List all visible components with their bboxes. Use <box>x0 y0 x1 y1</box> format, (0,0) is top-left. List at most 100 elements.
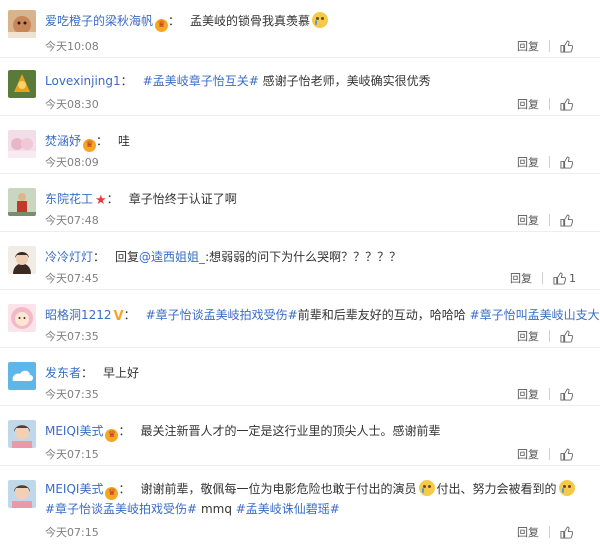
timestamp: 今天07:15 <box>45 526 99 539</box>
timestamp: 今天07:35 <box>45 330 99 343</box>
username[interactable]: 焚涵妤 <box>45 134 81 148</box>
avatar[interactable] <box>8 188 36 216</box>
comment-text: 章子怡终于认证了啊 <box>128 192 237 206</box>
thumbs-up-icon <box>560 525 573 539</box>
comment-text: :想弱弱的问下为什么哭啊？？？？？ <box>205 250 402 264</box>
divider <box>542 272 543 284</box>
comment-text: 最关注新晋人才的一定是这行业里的顶尖人士。感谢前辈 <box>140 424 441 438</box>
username[interactable]: Lovexinjing1 <box>45 74 121 88</box>
timestamp: 今天07:45 <box>45 272 99 285</box>
reply-button[interactable]: 回复 <box>517 328 539 344</box>
username[interactable]: MEIQI美式 <box>45 424 103 438</box>
divider <box>549 98 550 110</box>
avatar[interactable] <box>8 480 36 508</box>
thumbs-up-icon <box>560 213 573 227</box>
avatar[interactable] <box>8 246 36 274</box>
divider <box>549 330 550 342</box>
topic-link[interactable]: #孟美岐章子怡互关# <box>143 74 259 88</box>
comment-item: MEIQI美式 ♛：谢谢前辈，敬佩每一位为电影危险也敢于付出的演员 付出、努力会被看… <box>0 466 600 552</box>
reply-button[interactable]: 回复 <box>517 38 539 54</box>
comment-item: 昭格洞1212 V： #章子怡谈孟美岐拍戏受伤#前辈和后辈友好的互动，哈哈哈 #章子… <box>0 290 600 348</box>
crown-badge-icon: ♛ <box>105 429 119 442</box>
comment-text: 哇 <box>118 134 131 148</box>
reply-button[interactable]: 回复 <box>517 524 539 540</box>
comment-item: 爱吃橙子的梁秋海帆 ♛：孟美岐的锁骨我真羡慕 今天10:08 回复 <box>0 0 600 58</box>
username[interactable]: 爱吃橙子的梁秋海帆 <box>45 14 153 28</box>
topic-link[interactable]: #孟美岐诛仙碧瑶# <box>236 502 340 516</box>
thumbs-up-icon <box>553 271 566 285</box>
crown-badge-icon: ♛ <box>105 487 119 500</box>
username[interactable]: 发东者 <box>45 366 81 380</box>
timestamp: 今天10:08 <box>45 40 99 53</box>
like-button[interactable] <box>560 39 576 53</box>
thumbs-up-icon <box>560 329 573 343</box>
crying-emoji-icon <box>418 480 435 496</box>
avatar[interactable] <box>8 362 36 390</box>
avatar[interactable] <box>8 130 36 158</box>
like-button[interactable] <box>560 155 576 169</box>
mention-link[interactable]: @逵西姐姐_ <box>139 250 205 264</box>
thumbs-up-icon <box>560 155 573 169</box>
thumbs-up-icon <box>560 97 573 111</box>
divider <box>549 40 550 52</box>
timestamp: 今天08:30 <box>45 98 99 111</box>
comment-item: MEIQI美式 ♛：最关注新晋人才的一定是这行业里的顶尖人士。感谢前辈 今天07:… <box>0 406 600 466</box>
like-button[interactable]: 1 <box>553 272 576 285</box>
comment-text: 孟美岐的锁骨我真羡慕 <box>190 14 311 28</box>
comment-text: 感谢子怡老师，美岐确实很优秀 <box>258 74 431 88</box>
reply-button[interactable]: 回复 <box>517 446 539 462</box>
comment-text: mmq <box>197 502 236 516</box>
username[interactable]: 冷冷灯灯 <box>45 250 93 264</box>
thumbs-up-icon <box>560 387 573 401</box>
crying-emoji-icon <box>312 12 329 28</box>
thumbs-up-icon <box>560 39 573 53</box>
divider <box>549 448 550 460</box>
topic-link[interactable]: #章子怡谈孟美岐拍戏受伤# <box>146 308 298 322</box>
divider <box>549 214 550 226</box>
avatar[interactable] <box>8 10 36 38</box>
username[interactable]: 东院花工 <box>45 192 93 206</box>
thumbs-up-icon <box>560 447 573 461</box>
username[interactable]: 昭格洞1212 <box>45 308 112 322</box>
avatar[interactable] <box>8 70 36 98</box>
comment-text: 付出、努力会被看到的 <box>436 482 557 496</box>
avatar[interactable] <box>8 304 36 332</box>
timestamp: 今天07:48 <box>45 214 99 227</box>
comment-item: 发东者： 早上好 今天07:35 回复 <box>0 348 600 406</box>
like-button[interactable] <box>560 97 576 111</box>
comment-feed: 爱吃橙子的梁秋海帆 ♛：孟美岐的锁骨我真羡慕 今天10:08 回复 Lovexin… <box>0 0 600 552</box>
comment-item: Lovexinjing1： #孟美岐章子怡互关# 感谢子怡老师，美岐确实很优秀 今… <box>0 58 600 116</box>
like-button[interactable] <box>560 329 576 343</box>
username[interactable]: MEIQI美式 <box>45 482 103 496</box>
like-button[interactable] <box>560 447 576 461</box>
vip-badge-icon: V <box>113 309 124 324</box>
like-button[interactable] <box>560 213 576 227</box>
comment-item: 焚涵妤 ♛：哇 今天08:09 回复 <box>0 116 600 174</box>
topic-link[interactable]: #章子怡叫孟美岐山支大哥# <box>470 308 600 322</box>
timestamp: 今天08:09 <box>45 156 99 169</box>
like-button[interactable] <box>560 525 576 539</box>
crying-emoji-icon <box>558 480 575 496</box>
divider <box>549 156 550 168</box>
reply-button[interactable]: 回复 <box>517 154 539 170</box>
comment-text: 前辈和后辈友好的互动，哈哈哈 <box>297 308 470 322</box>
crown-badge-icon: ♛ <box>83 139 97 152</box>
reply-button[interactable]: 回复 <box>517 386 539 402</box>
like-count: 1 <box>569 271 576 285</box>
divider <box>549 388 550 400</box>
comment-item: 冷冷灯灯： 回复@逵西姐姐_:想弱弱的问下为什么哭啊？？？？？ 今天07:45 回… <box>0 232 600 290</box>
avatar[interactable] <box>8 420 36 448</box>
like-button[interactable] <box>560 387 576 401</box>
comment-item: 东院花工 ★： 章子怡终于认证了啊 今天07:48 回复 <box>0 174 600 232</box>
reply-button[interactable]: 回复 <box>517 96 539 112</box>
comment-text: 谢谢前辈，敬佩每一位为电影危险也敢于付出的演员 <box>140 482 417 496</box>
reply-button[interactable]: 回复 <box>517 212 539 228</box>
reply-button[interactable]: 回复 <box>510 270 532 286</box>
topic-link[interactable]: #章子怡谈孟美岐拍戏受伤# <box>45 502 197 516</box>
star-badge-icon: ★ <box>95 193 107 208</box>
divider <box>549 526 550 538</box>
comment-text: 早上好 <box>103 366 140 380</box>
crown-badge-icon: ♛ <box>155 19 169 32</box>
timestamp: 今天07:15 <box>45 448 99 461</box>
comment-text: 回复 <box>115 250 140 264</box>
